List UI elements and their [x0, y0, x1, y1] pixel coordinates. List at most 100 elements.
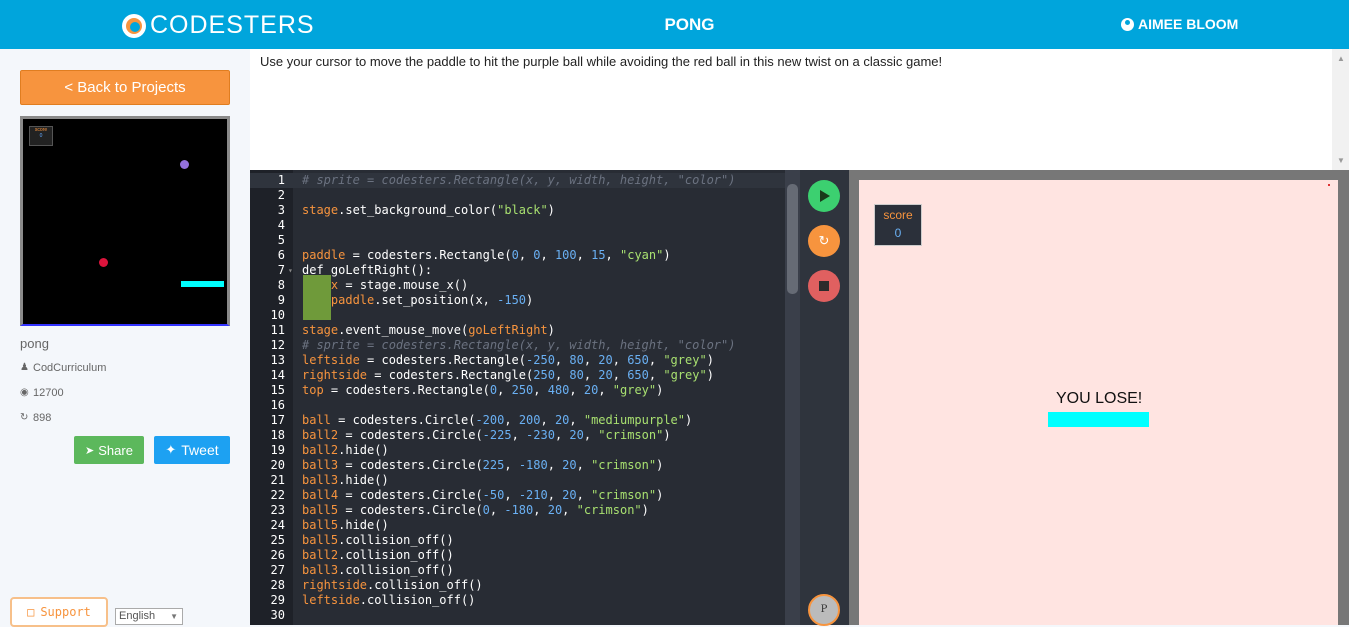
line-number: 25: [270, 533, 285, 547]
code-line[interactable]: 7 ▾ def goLeftRight():: [250, 263, 785, 278]
thumbnail-score-value: 0: [39, 133, 43, 139]
code-text: paddle.set_position(x, -150): [330, 293, 534, 307]
code-line[interactable]: 23 ball5 = codesters.Circle(0, -180, 20, …: [250, 503, 785, 518]
code-line[interactable]: 11 stage.event_mouse_move(goLeftRight): [250, 323, 785, 338]
line-number: 19: [270, 443, 285, 457]
code-line[interactable]: 14 rightside = codesters.Rectangle(250, 8…: [250, 368, 785, 383]
tweet-button[interactable]: ✦ Tweet: [154, 436, 230, 464]
code-line[interactable]: 27 ball3.collision_off(): [250, 563, 785, 578]
code-line[interactable]: 29 leftside.collision_off(): [250, 593, 785, 608]
project-description: Use your cursor to move the paddle to hi…: [260, 54, 943, 69]
code-text: # sprite = codesters.Rectangle(x, y, wid…: [302, 173, 736, 187]
sidebar: < Back to Projects score 0 pong ♟ CodCur…: [0, 49, 250, 627]
line-number: 11: [270, 323, 285, 337]
author-name[interactable]: CodCurriculum: [33, 362, 106, 374]
code-text: ball2.collision_off(): [302, 548, 454, 562]
eye-icon: ◉: [20, 387, 29, 398]
fold-icon[interactable]: ▾: [288, 263, 293, 278]
share-icon: ➤: [85, 444, 95, 457]
code-text: ball3 = codesters.Circle(225, -180, 20, …: [302, 458, 664, 472]
code-line[interactable]: 28 rightside.collision_off(): [250, 578, 785, 593]
code-line[interactable]: 21 ball3.hide(): [250, 473, 785, 488]
code-text: top = codesters.Rectangle(0, 250, 480, 2…: [302, 383, 664, 397]
code-line[interactable]: 22 ball4 = codesters.Circle(-50, -210, 20…: [250, 488, 785, 503]
code-line[interactable]: 6 paddle = codesters.Rectangle(0, 0, 100,…: [250, 248, 785, 263]
score-box: score 0: [874, 204, 922, 246]
thumbnail-red-ball: [99, 258, 108, 267]
description-panel: Use your cursor to move the paddle to hi…: [250, 49, 1349, 170]
line-number: 15: [270, 383, 285, 397]
description-scrollbar[interactable]: ▲ ▼: [1332, 49, 1349, 170]
code-text: ball4 = codesters.Circle(-50, -210, 20, …: [302, 488, 664, 502]
support-label: Support: [40, 605, 91, 619]
line-number: 30: [270, 608, 285, 622]
line-number: 21: [270, 473, 285, 487]
lose-message: YOU LOSE!: [1056, 390, 1143, 407]
stop-button[interactable]: [808, 270, 840, 302]
code-text: stage.set_background_color("black"): [302, 203, 555, 217]
code-line[interactable]: 30: [250, 608, 785, 623]
code-line[interactable]: 26 ball2.collision_off(): [250, 548, 785, 563]
line-number: 17: [270, 413, 285, 427]
tweet-label: Tweet: [181, 442, 219, 458]
code-text: rightside.collision_off(): [302, 578, 483, 592]
line-number: 20: [270, 458, 285, 472]
code-editor[interactable]: 1 # sprite = codesters.Rectangle(x, y, wi…: [250, 170, 785, 625]
code-line[interactable]: 19 ball2.hide(): [250, 443, 785, 458]
p-button[interactable]: P: [808, 594, 840, 626]
code-line[interactable]: 16: [250, 398, 785, 413]
run-controls: ↻ P: [800, 170, 849, 626]
code-line[interactable]: 9 paddle.set_position(x, -150): [250, 293, 785, 308]
code-line[interactable]: 8 x = stage.mouse_x(): [250, 278, 785, 293]
reload-button[interactable]: ↻: [808, 225, 840, 257]
user-menu[interactable]: AIMEE BLOOM: [1121, 16, 1238, 32]
editor-scrollbar[interactable]: [785, 170, 800, 625]
remix-count: 898: [33, 412, 52, 424]
line-number: 8: [277, 278, 285, 292]
code-text: ball3.collision_off(): [302, 563, 454, 577]
code-line[interactable]: 10: [250, 308, 785, 323]
line-number: 14: [270, 368, 285, 382]
code-text: paddle = codesters.Rectangle(0, 0, 100, …: [302, 248, 671, 262]
code-line[interactable]: 2: [250, 188, 785, 203]
support-button[interactable]: □ Support: [10, 597, 108, 627]
code-line[interactable]: 13 leftside = codesters.Rectangle(-250, 8…: [250, 353, 785, 368]
person-icon: ♟: [20, 362, 29, 373]
remix-icon: ↻: [20, 412, 29, 423]
code-line[interactable]: 5: [250, 233, 785, 248]
scroll-up-icon[interactable]: ▲: [1337, 54, 1345, 63]
game-stage[interactable]: score 0 YOU LOSE!: [859, 180, 1338, 625]
line-number: 12: [270, 338, 285, 352]
language-value: English: [119, 610, 156, 622]
code-text: rightside = codesters.Rectangle(250, 80,…: [302, 368, 714, 382]
code-text: ball5 = codesters.Circle(0, -180, 20, "c…: [302, 503, 649, 517]
editor-scroll-thumb[interactable]: [787, 184, 798, 294]
thumbnail-score-box: score 0: [29, 126, 53, 146]
code-line[interactable]: 15 top = codesters.Rectangle(0, 250, 480,…: [250, 383, 785, 398]
code-line[interactable]: 17 ball = codesters.Circle(-200, 200, 20,…: [250, 413, 785, 428]
line-number: 9: [277, 293, 285, 307]
back-to-projects-button[interactable]: < Back to Projects: [20, 70, 230, 105]
stage-marker: [1328, 184, 1330, 186]
line-number: 29: [270, 593, 285, 607]
line-number: 27: [270, 563, 285, 577]
code-text: leftside = codesters.Rectangle(-250, 80,…: [302, 353, 714, 367]
language-select[interactable]: English ▼: [115, 608, 183, 625]
play-button[interactable]: [808, 180, 840, 212]
share-button[interactable]: ➤ Share: [74, 436, 144, 464]
reload-icon: ↻: [818, 233, 830, 248]
code-text: ball3.hide(): [302, 473, 389, 487]
code-line[interactable]: 24 ball5.hide(): [250, 518, 785, 533]
code-line[interactable]: 4: [250, 218, 785, 233]
code-line[interactable]: 12 # sprite = codesters.Rectangle(x, y, w…: [250, 338, 785, 353]
scroll-down-icon[interactable]: ▼: [1337, 156, 1345, 165]
code-line[interactable]: 3 stage.set_background_color("black"): [250, 203, 785, 218]
line-number: 5: [277, 233, 285, 247]
code-line[interactable]: 25 ball5.collision_off(): [250, 533, 785, 548]
code-line[interactable]: 18 ball2 = codesters.Circle(-225, -230, 2…: [250, 428, 785, 443]
line-number: 1: [277, 173, 285, 187]
line-number: 28: [270, 578, 285, 592]
code-line[interactable]: 20 ball3 = codesters.Circle(225, -180, 20…: [250, 458, 785, 473]
code-text: ball2 = codesters.Circle(-225, -230, 20,…: [302, 428, 671, 442]
code-line[interactable]: 1 # sprite = codesters.Rectangle(x, y, wi…: [250, 173, 785, 188]
